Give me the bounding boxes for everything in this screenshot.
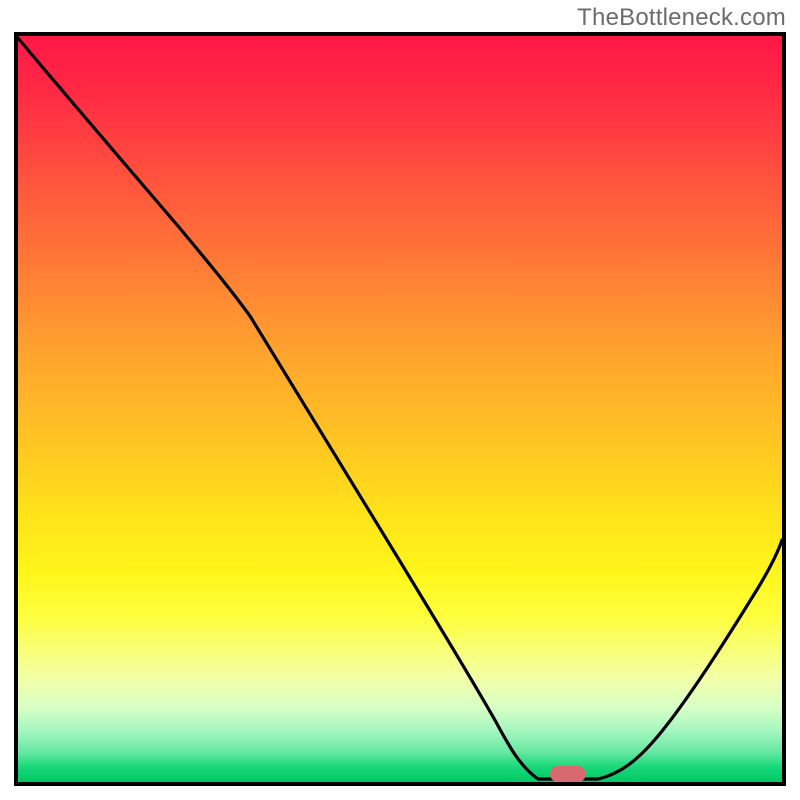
curve-path <box>18 38 782 779</box>
sweet-spot-marker <box>550 766 586 782</box>
bottleneck-curve <box>18 36 782 782</box>
plot-frame <box>14 32 786 786</box>
chart-container: TheBottleneck.com <box>0 0 800 800</box>
watermark-text: TheBottleneck.com <box>577 4 786 32</box>
